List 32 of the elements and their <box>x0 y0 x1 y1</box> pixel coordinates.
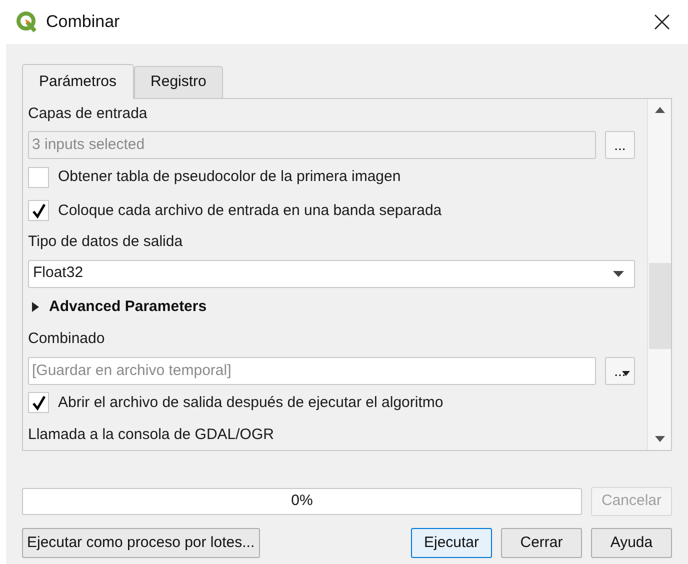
dropdown-arrow-icon <box>622 370 630 376</box>
window-title: Combinar <box>46 11 120 34</box>
checkbox[interactable] <box>28 200 49 222</box>
dialog-button[interactable]: Ejecutar <box>411 528 492 558</box>
field-label: Combinado <box>28 329 105 350</box>
field-label: Llamada a la consola de GDAL/OGR <box>28 424 274 445</box>
close-button[interactable] <box>652 12 672 32</box>
scrollbar-thumb[interactable] <box>648 263 670 349</box>
browse-button[interactable]: ... <box>605 356 635 385</box>
advanced-parameters-toggle[interactable]: Advanced Parameters <box>28 296 207 318</box>
progress-text: 0% <box>290 491 314 512</box>
batch-button[interactable]: Ejecutar como proceso por lotes... <box>22 528 260 558</box>
dropdown-arrow-icon <box>613 270 624 276</box>
checkbox[interactable] <box>28 392 49 414</box>
collapsed-triangle-icon <box>32 302 39 312</box>
field-label: Capas de entrada <box>28 104 148 124</box>
vertical-scrollbar[interactable] <box>647 99 671 450</box>
scroll-down-icon <box>654 436 664 442</box>
text-field[interactable]: [Guardar en archivo temporal] <box>28 356 596 385</box>
checkbox[interactable] <box>28 166 49 188</box>
data-type-dropdown[interactable]: Float32 <box>28 260 635 288</box>
dialog-button[interactable]: Ayuda <box>591 528 672 558</box>
checkbox-label: Abrir el archivo de salida después de ejecutar el algoritmo <box>58 392 444 413</box>
close-icon <box>654 14 670 30</box>
checkbox-label: Obtener tabla de pseudocolor de la primera imagen <box>58 167 401 188</box>
checkbox-label: Coloque cada archivo de entrada en una banda separada <box>58 200 442 220</box>
tab[interactable]: Parámetros <box>22 64 134 99</box>
field-label: Tipo de datos de salida <box>28 232 183 252</box>
scroll-up-icon <box>654 107 664 113</box>
app-logo-icon <box>16 11 38 33</box>
tab[interactable]: Registro <box>134 66 224 98</box>
dialog-button[interactable]: Cerrar <box>501 528 582 558</box>
